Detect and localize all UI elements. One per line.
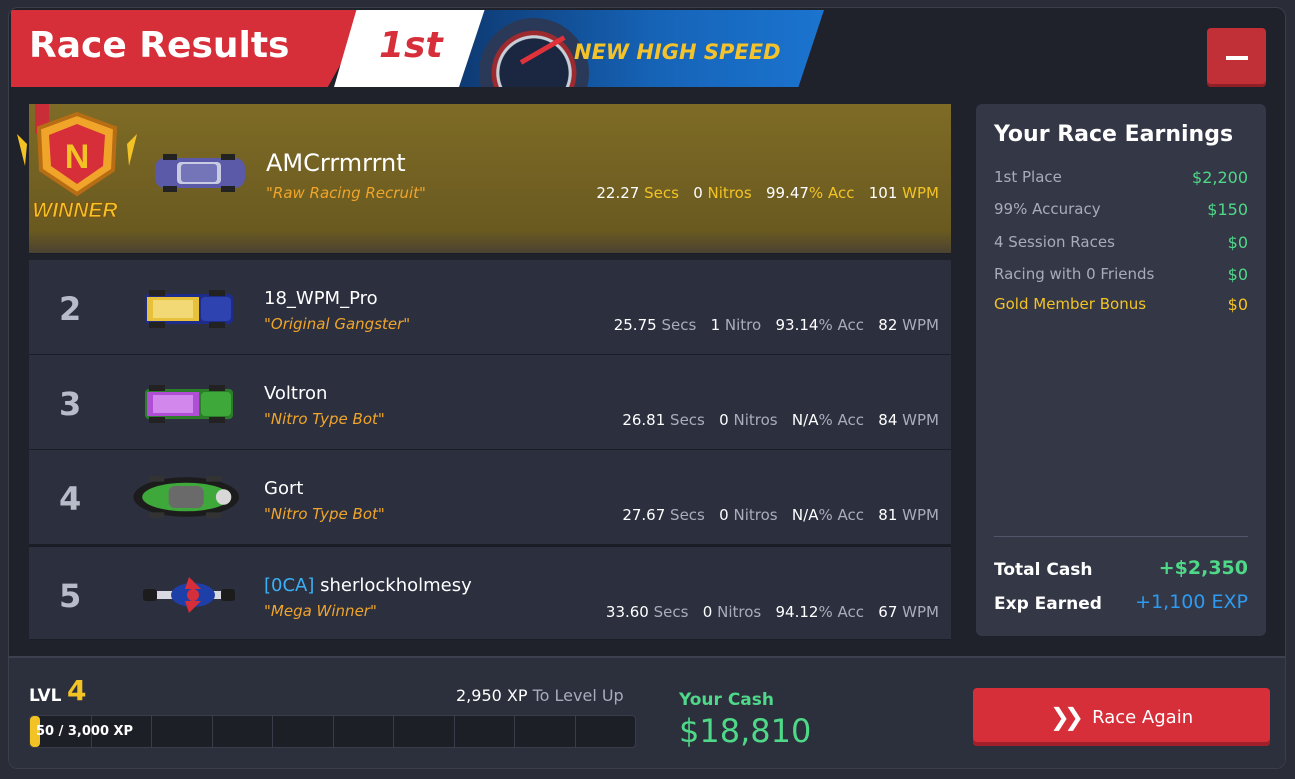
rank-number: 2 [59, 290, 82, 328]
result-row-3: 3 Voltron "Nitro Type Bot" 26.81 Secs 0 … [29, 355, 951, 450]
your-cash-label: Your Cash [679, 690, 775, 710]
rank-number: 5 [59, 577, 82, 615]
badge-letter: N [65, 138, 90, 176]
earnings-title: Your Race Earnings [994, 122, 1234, 147]
results-list: N WINNER AMCrrmrrnt "Raw Racing Recruit"… [17, 104, 951, 640]
racer-title: "Nitro Type Bot" [264, 410, 385, 428]
truck-car-icon [145, 385, 233, 423]
page-title: Race Results [29, 25, 290, 66]
minus-icon [1225, 55, 1248, 60]
double-chevron-icon: ❯❯ [1049, 703, 1084, 731]
total-cash: Total Cash +$2,350 [994, 557, 1248, 580]
race-earnings-panel: Your Race Earnings 1st Place $2,200 99% A… [976, 104, 1266, 636]
earning-line: 99% Accuracy $150 [994, 200, 1248, 219]
xp-segment-divider [575, 716, 576, 747]
racer-stats: 27.67 Secs 0 Nitros N/A% Acc 81 WPM [622, 506, 939, 524]
race-results-window: Race Results 1st NEW HIGH SPEED N WINNER [8, 7, 1286, 769]
xp-segment-divider [454, 716, 455, 747]
minimize-button[interactable] [1207, 28, 1266, 87]
new-high-speed-label: NEW HIGH SPEED [574, 40, 781, 64]
sports-car-icon [133, 476, 239, 518]
earning-line: Racing with 0 Friends $0 [994, 265, 1248, 284]
your-cash-value: $18,810 [679, 712, 812, 750]
team-tag[interactable]: [0CA] [264, 575, 314, 596]
earning-line: 4 Session Races $0 [994, 233, 1248, 252]
result-row-2: 2 18_WPM_Pro "Original Gangster" 25.75 S… [29, 260, 951, 355]
level-label: LVL [29, 686, 62, 706]
racer-title: "Original Gangster" [264, 315, 411, 333]
winner-car-icon [155, 154, 245, 192]
racer-name: Voltron [264, 383, 328, 404]
earning-line-gold: Gold Member Bonus $0 [994, 295, 1248, 314]
level-number: 4 [67, 674, 87, 707]
result-row-4: 4 Gort "Nitro Type Bot" 27.67 Secs 0 Nit… [29, 450, 951, 545]
xp-segment-divider [333, 716, 334, 747]
rank-number: 3 [59, 385, 82, 423]
winner-badge-icon: N WINNER [17, 104, 137, 222]
xp-progress-text: 50 / 3,000 XP [36, 724, 134, 739]
racer-title: "Nitro Type Bot" [264, 505, 385, 523]
racer-stats: 25.75 Secs 1 Nitro 93.14% Acc 82 WPM [613, 316, 939, 334]
xp-progress-bar: 50 / 3,000 XP [29, 715, 636, 748]
earning-line: 1st Place $2,200 [994, 168, 1248, 187]
exp-earned: Exp Earned +1,100 EXP [994, 591, 1248, 614]
race-again-button[interactable]: ❯❯ Race Again [973, 688, 1270, 746]
racer-stats: 33.60 Secs 0 Nitros 94.12% Acc 67 WPM [605, 603, 939, 621]
winner-name: AMCrrmrrnt [266, 149, 406, 177]
racer-title: "Mega Winner" [264, 602, 377, 620]
racer-name: Gort [264, 478, 304, 499]
place-label: 1st [379, 25, 443, 66]
xp-segment-divider [393, 716, 394, 747]
winner-title: "Raw Racing Recruit" [266, 184, 426, 202]
xp-segment-divider [212, 716, 213, 747]
xp-segment-divider [151, 716, 152, 747]
racer-stats: 26.81 Secs 0 Nitros N/A% Acc 84 WPM [622, 411, 939, 429]
racer-name: [0CA] sherlockholmesy [264, 575, 472, 596]
winner-stats: 22.27 Secs 0 Nitros 99.47% Acc 101 WPM [596, 184, 939, 202]
earnings-divider [994, 536, 1248, 537]
racer-name: 18_WPM_Pro [264, 288, 378, 309]
footer-bar: LVL 4 2,950 XP To Level Up 50 / 3,000 XP… [9, 656, 1285, 768]
truck-car-icon [145, 290, 233, 328]
motorcycle-icon [143, 577, 235, 613]
winner-label: WINNER [32, 199, 118, 222]
xp-segment-divider [272, 716, 273, 747]
xp-to-level: 2,950 XP To Level Up [456, 686, 624, 705]
rank-number: 4 [59, 480, 82, 518]
winner-row: N WINNER AMCrrmrrnt "Raw Racing Recruit"… [17, 104, 951, 254]
xp-segment-divider [514, 716, 515, 747]
race-again-label: Race Again [1092, 706, 1194, 728]
result-row-5: 5 [0CA] sherlockholmesy "Mega Winner" 33… [29, 545, 951, 640]
